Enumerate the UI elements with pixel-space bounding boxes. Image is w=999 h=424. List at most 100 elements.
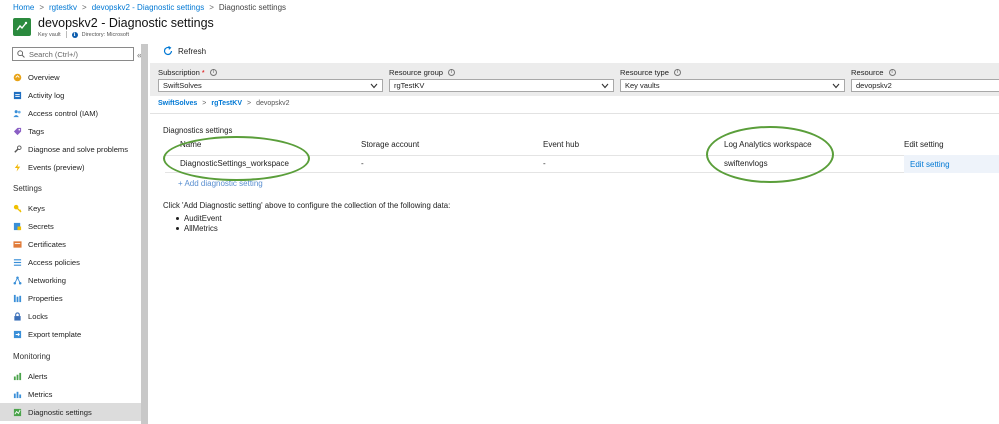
sidebar-item-access-control[interactable]: Access control (IAM) [0,104,141,122]
resource-label: Resource [851,67,884,77]
subscription-select[interactable]: SwiftSolves [158,79,383,92]
resource-group-value: rgTestKV [394,81,425,90]
subtitle-divider [65,31,67,38]
diagnostics-section-title: Diagnostics settings [163,126,233,135]
resource-value: devopskv2 [856,81,892,90]
overview-icon [13,73,22,82]
alert-icon [13,372,22,381]
breadcrumb-resource-group[interactable]: rgtestkv [49,3,77,12]
breadcrumb-separator: > [247,100,252,107]
breadcrumb-blade[interactable]: devopskv2 - Diagnostic settings [92,3,205,12]
breadcrumb-separator: > [39,2,45,12]
resource-filter: Resource i devopskv2 [851,67,999,92]
sidebar-item-label: Diagnose and solve problems [28,144,129,154]
breadcrumb-separator: > [209,2,214,12]
hint-text: Click 'Add Diagnostic setting' above to … [163,201,451,210]
search-input[interactable]: Search (Ctrl+/) [12,47,134,61]
scope-subscription-link[interactable]: SwiftSolves [158,100,197,107]
sidebar-item-properties[interactable]: Properties [0,289,141,307]
chevron-down-icon [601,83,609,88]
info-icon: i [448,68,456,76]
sidebar-item-events[interactable]: Events (preview) [0,158,141,176]
breadcrumb-current: Diagnostic settings [218,2,287,12]
resource-group-label: Resource group [389,67,444,77]
tag-icon [13,127,22,136]
page-title: devopskv2 - Diagnostic settings [38,16,214,30]
search-placeholder: Search (Ctrl+/) [29,49,78,59]
sidebar-scrollbar[interactable] [141,44,148,424]
sidebar-item-label: Export template [28,329,82,339]
people-icon [13,109,22,118]
breadcrumb-home[interactable]: Home [13,3,34,12]
sidebar-item-overview[interactable]: Overview [0,68,141,86]
sidebar-item-label: Networking [28,275,66,285]
list-item: AuditEvent [176,214,222,223]
sidebar-item-label: Alerts [28,371,48,381]
resource-type-label: Key vault [38,31,61,38]
sidebar-item-certificates[interactable]: Certificates [0,235,141,253]
data-item-label: AllMetrics [184,224,218,233]
properties-icon [13,294,22,303]
lightning-icon [13,162,22,172]
sidebar-item-label: Access control (IAM) [28,108,99,118]
info-icon: i [888,68,896,76]
subscription-label: Subscription [158,67,200,77]
resource-group-select[interactable]: rgTestKV [389,79,614,92]
column-header-event-hub: Event hub [543,140,580,149]
filter-bar: Subscription * i SwiftSolves Resource gr… [150,63,999,96]
key-icon [13,204,22,213]
sidebar-item-keys[interactable]: Keys [0,199,141,217]
required-marker: * [201,67,205,77]
sidebar-item-access-policies[interactable]: Access policies [0,253,141,271]
edit-setting-link[interactable]: Edit setting [904,155,999,173]
sidebar-item-export-template[interactable]: Export template [0,325,141,343]
resource-select[interactable]: devopskv2 [851,79,999,92]
diagnostic-icon [13,408,22,417]
sidebar-item-label: Locks [28,311,48,321]
sidebar-item-alerts[interactable]: Alerts [0,367,141,385]
sidebar-item-networking[interactable]: Networking [0,271,141,289]
sidebar-item-locks[interactable]: Locks [0,307,141,325]
sidebar-item-label: Metrics [28,389,53,399]
access-policies-icon [13,258,22,267]
resource-type-filter: Resource type i Key vaults [620,67,845,92]
bullet-dot [176,217,179,220]
sidebar-item-tags[interactable]: Tags [0,122,141,140]
resource-group-filter: Resource group i rgTestKV [389,67,614,92]
scope-breadcrumb: SwiftSolves > rgTestKV > devopskv2 [158,100,290,107]
lock-icon [13,311,22,321]
breadcrumb: Home > rgtestkv > devopskv2 - Diagnostic… [0,0,999,14]
sidebar-item-label: Properties [28,293,63,303]
sidebar-item-label: Keys [28,203,45,213]
sidebar-item-label: Tags [28,126,45,136]
directory-label: Directory: Microsoft [81,31,129,38]
sidebar-item-label: Activity log [28,90,65,100]
breadcrumb-separator: > [82,2,87,12]
subscription-filter: Subscription * i SwiftSolves [158,67,383,92]
refresh-button[interactable]: Refresh [163,44,206,58]
column-header-storage-account: Storage account [361,140,420,149]
refresh-icon [163,46,173,56]
secret-icon [13,222,22,231]
sidebar-item-secrets[interactable]: Secrets [0,217,141,235]
sidebar-item-diagnostic-settings[interactable]: Diagnostic settings [0,403,141,421]
sidebar-item-label: Access policies [28,257,80,267]
sidebar-item-label: Certificates [28,239,66,249]
sidebar-item-diagnose[interactable]: Diagnose and solve problems [0,140,141,158]
network-icon [13,276,22,285]
event-hub-cell: - [543,159,546,168]
sidebar-item-metrics[interactable]: Metrics [0,385,141,403]
sidebar-item-activity-log[interactable]: Activity log [0,86,141,104]
info-icon: i [71,31,78,38]
key-vault-icon [13,18,31,36]
sidebar: Search (Ctrl+/) « Overview Activity log … [0,44,148,424]
certificate-icon [13,240,22,249]
resource-type-select[interactable]: Key vaults [620,79,845,92]
highlight-ellipse [163,136,310,181]
refresh-label: Refresh [178,46,207,56]
highlight-ellipse [706,126,834,183]
subscription-value: SwiftSolves [163,81,202,90]
list-item: AllMetrics [176,224,218,233]
scope-resource-group-link[interactable]: rgTestKV [211,100,242,107]
scope-resource: devopskv2 [256,100,290,107]
